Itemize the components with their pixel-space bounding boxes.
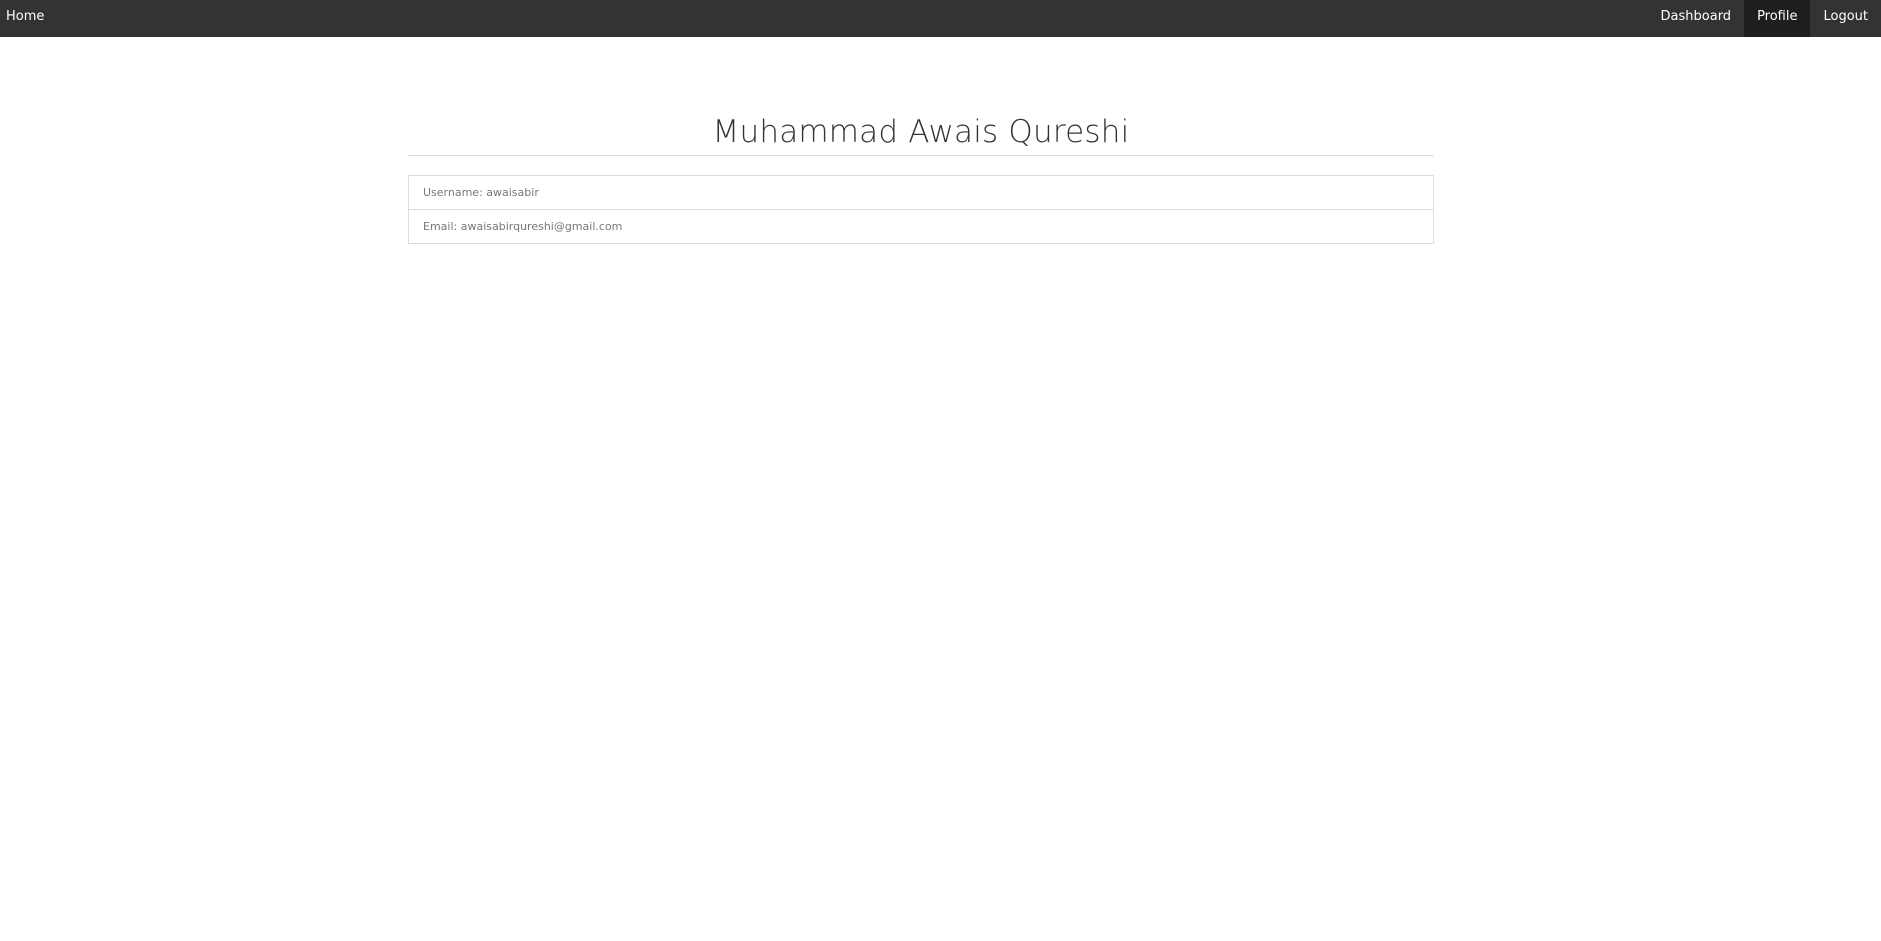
nav-profile-link[interactable]: Profile	[1744, 0, 1811, 37]
nav-right-group: Dashboard Profile Logout	[1648, 0, 1881, 37]
top-navbar: Home Dashboard Profile Logout	[0, 0, 1881, 37]
username-item: Username: awaisabir	[409, 176, 1433, 210]
nav-dashboard-link[interactable]: Dashboard	[1648, 0, 1745, 37]
page-title: Muhammad Awais Qureshi	[408, 110, 1434, 156]
profile-container: Muhammad Awais Qureshi Username: awaisab…	[408, 110, 1434, 244]
nav-home-link[interactable]: Home	[6, 0, 44, 37]
nav-logout-link[interactable]: Logout	[1810, 0, 1881, 37]
profile-info-list: Username: awaisabir Email: awaisabirqure…	[408, 175, 1434, 244]
email-item: Email: awaisabirqureshi@gmail.com	[423, 220, 623, 233]
